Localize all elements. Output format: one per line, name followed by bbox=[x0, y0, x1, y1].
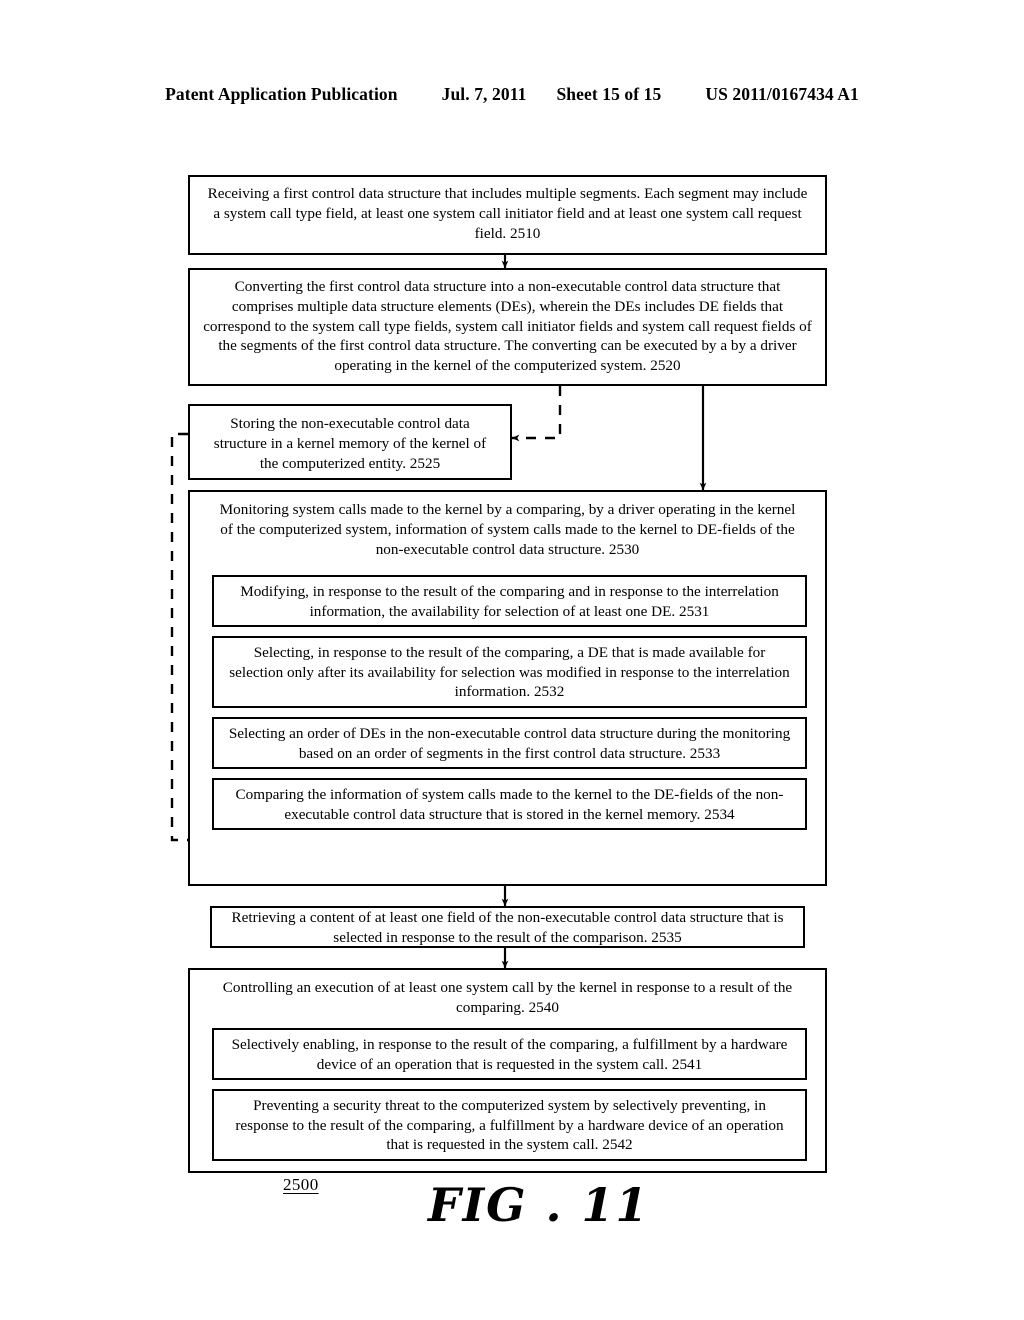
substep-box-2542[interactable]: Preventing a security threat to the comp… bbox=[212, 1089, 807, 1161]
substep-2533-text: Selecting an order of DEs in the non-exe… bbox=[228, 724, 791, 762]
substep-2542-text: Preventing a security threat to the comp… bbox=[235, 1096, 784, 1154]
step-box-2510[interactable]: Receiving a first control data structure… bbox=[188, 175, 827, 255]
substep-box-2541[interactable]: Selectively enabling, in response to the… bbox=[212, 1028, 807, 1080]
figure-caption: FIG . 11 bbox=[428, 1178, 650, 1232]
step-box-2530[interactable]: Monitoring system calls made to the kern… bbox=[188, 490, 827, 886]
substep-2541-text: Selectively enabling, in response to the… bbox=[231, 1035, 788, 1073]
step-box-2525[interactable]: Storing the non-executable control data … bbox=[188, 404, 512, 480]
step-2540-text: Controlling an execution of at least one… bbox=[222, 979, 793, 1016]
step-2535-text: Retrieving a content of at least one fie… bbox=[231, 908, 784, 946]
step-box-2535[interactable]: Retrieving a content of at least one fie… bbox=[210, 906, 805, 948]
flowchart-diagram: Receiving a first control data structure… bbox=[0, 0, 1024, 1320]
substep-box-2531[interactable]: Modifying, in response to the result of … bbox=[212, 575, 807, 627]
figure-reference-number: 2500 bbox=[283, 1175, 319, 1194]
substep-box-2533[interactable]: Selecting an order of DEs in the non-exe… bbox=[212, 717, 807, 769]
substep-box-2532[interactable]: Selecting, in response to the result of … bbox=[212, 636, 807, 708]
substep-2534-text: Comparing the information of system call… bbox=[235, 785, 784, 823]
step-box-2540[interactable]: Controlling an execution of at least one… bbox=[188, 968, 827, 1173]
arrow-2520-to-2525 bbox=[511, 386, 562, 442]
step-2525-text: Storing the non-executable control data … bbox=[213, 415, 487, 472]
substep-2531-text: Modifying, in response to the result of … bbox=[240, 582, 779, 620]
substep-box-2534[interactable]: Comparing the information of system call… bbox=[212, 778, 807, 830]
step-2520-text: Converting the first control data struct… bbox=[203, 278, 812, 374]
substep-2532-text: Selecting, in response to the result of … bbox=[229, 643, 790, 701]
step-2510-text: Receiving a first control data structure… bbox=[207, 185, 808, 242]
step-box-2520[interactable]: Converting the first control data struct… bbox=[188, 268, 827, 386]
step-2530-text: Monitoring system calls made to the kern… bbox=[219, 501, 796, 558]
